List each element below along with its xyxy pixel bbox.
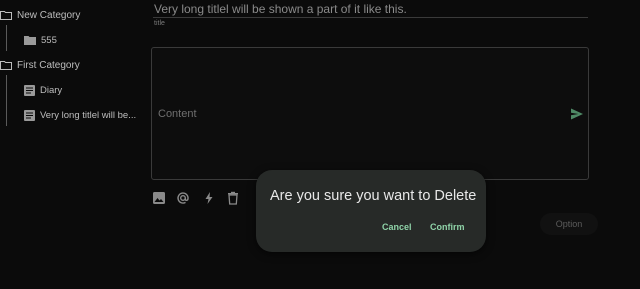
title-caption: title bbox=[154, 20, 165, 27]
delete-confirm-dialog: Are you sure you want to Delete Cancel C… bbox=[256, 170, 486, 252]
content-placeholder: Content bbox=[158, 108, 197, 120]
mention-icon[interactable] bbox=[176, 191, 190, 205]
category-label: First Category bbox=[17, 59, 80, 71]
option-button[interactable]: Option bbox=[540, 213, 598, 235]
tree-line bbox=[6, 25, 7, 51]
content-input[interactable] bbox=[151, 47, 589, 180]
cancel-button[interactable]: Cancel bbox=[382, 222, 412, 232]
note-icon bbox=[24, 109, 35, 121]
sidebar-item-555[interactable]: 555 bbox=[24, 30, 57, 50]
title-underline bbox=[153, 17, 588, 18]
trash-icon[interactable] bbox=[226, 191, 240, 205]
tree-line bbox=[6, 75, 7, 126]
folder-outline-icon bbox=[0, 11, 12, 20]
confirm-button[interactable]: Confirm bbox=[430, 222, 465, 232]
title-input[interactable]: Very long titlel will be shown a part of… bbox=[154, 2, 407, 16]
dialog-message: Are you sure you want to Delete bbox=[270, 188, 477, 204]
sidebar-item-long-title[interactable]: Very long titlel will be... bbox=[24, 105, 136, 125]
folder-outline-icon bbox=[0, 61, 12, 70]
sidebar-item-diary[interactable]: Diary bbox=[24, 80, 62, 100]
category-label: New Category bbox=[17, 9, 81, 21]
sidebar-item-label: Diary bbox=[40, 84, 63, 96]
image-icon[interactable] bbox=[152, 191, 166, 205]
note-icon bbox=[24, 84, 35, 96]
sidebar: New Category 555 First Category Diary Ve… bbox=[0, 0, 150, 289]
category-new-category[interactable]: New Category bbox=[0, 5, 80, 25]
lightning-icon[interactable] bbox=[202, 191, 216, 205]
sidebar-item-label: 555 bbox=[41, 34, 57, 46]
category-first-category[interactable]: First Category bbox=[0, 55, 80, 75]
sidebar-item-label: Very long titlel will be... bbox=[40, 109, 137, 121]
send-icon[interactable] bbox=[570, 107, 584, 121]
folder-icon bbox=[24, 36, 36, 45]
